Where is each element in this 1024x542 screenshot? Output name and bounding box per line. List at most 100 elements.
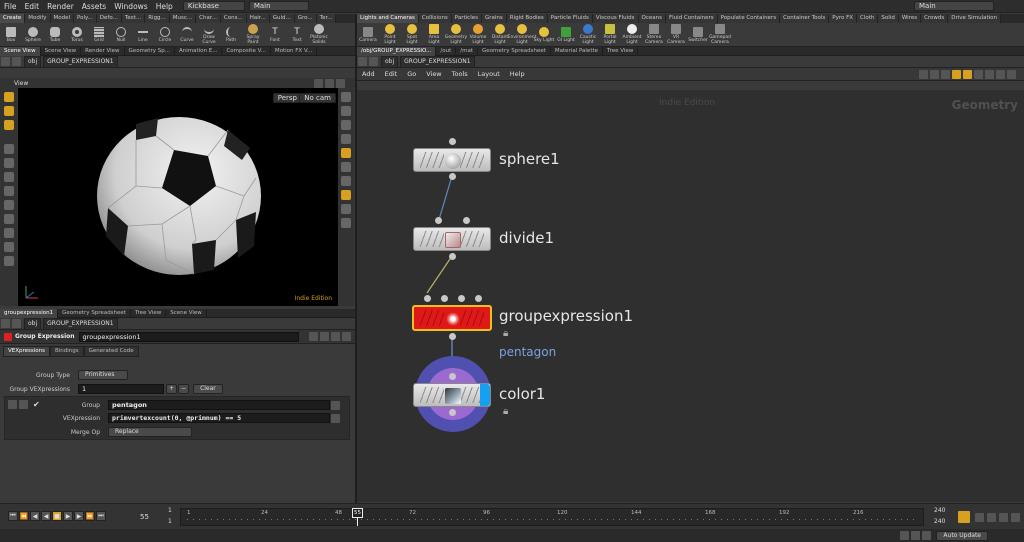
path-node[interactable]: GROUP_EXPRESSION1: [43, 317, 118, 330]
sphere1-output-connector[interactable]: [449, 173, 456, 180]
pane-tab-animation-editor[interactable]: Animation E...: [175, 46, 223, 56]
visibility-icon[interactable]: [341, 134, 351, 144]
network-tool-icon-3[interactable]: [941, 69, 950, 79]
tool-environment-light[interactable]: Environment Light: [508, 24, 536, 45]
viewport-option-icon[interactable]: [314, 78, 323, 88]
shelf-tab-particle-fluids[interactable]: Particle Fluids: [547, 14, 593, 23]
node-groupexpression1[interactable]: [412, 305, 492, 331]
path-root[interactable]: obj: [24, 55, 42, 68]
tool-ambient-light[interactable]: Ambient Light: [621, 24, 643, 45]
group-menu-icon[interactable]: [331, 400, 340, 410]
divide1-input-connector[interactable]: [435, 217, 442, 224]
shelf-tab-model[interactable]: Model: [50, 14, 75, 23]
shelf-tab-poly[interactable]: Poly...: [74, 14, 97, 23]
shelf-tab-rigid-bodies[interactable]: Rigid Bodies: [506, 14, 548, 23]
shelf-tab-deform[interactable]: Defo...: [96, 14, 122, 23]
tool-area-light[interactable]: Area Light: [423, 24, 445, 45]
shelf-tab-texture[interactable]: Text...: [121, 14, 146, 23]
groupexpression1-input-connector-3[interactable]: [458, 295, 465, 302]
merge-op-menu[interactable]: Replace: [108, 427, 192, 437]
wire-icon[interactable]: [341, 176, 351, 186]
status-icon[interactable]: [911, 531, 921, 540]
tool-geometry-light[interactable]: Geometry Light: [445, 24, 467, 45]
net-menu-layout[interactable]: Layout: [473, 70, 505, 78]
menu-help[interactable]: Help: [152, 0, 177, 13]
end-frame-field[interactable]: 240: [934, 507, 945, 514]
viewport-option-icon-3[interactable]: [336, 78, 345, 88]
scale-icon[interactable]: [4, 186, 14, 196]
tool-line[interactable]: Line: [132, 27, 154, 43]
network-tool-icon-4[interactable]: [952, 69, 961, 79]
shelf-tab-guide[interactable]: Guid...: [269, 14, 295, 23]
camera-dropdown[interactable]: No cam: [299, 93, 336, 103]
translate-icon[interactable]: [4, 158, 14, 168]
info-icon[interactable]: [331, 332, 340, 341]
play-icon[interactable]: ▶: [63, 511, 73, 521]
stop-icon[interactable]: ■: [52, 511, 62, 521]
shelf-tab-populate-containers[interactable]: Populate Containers: [717, 14, 781, 23]
net-menu-add[interactable]: Add: [357, 70, 380, 78]
move-tool-icon[interactable]: [4, 106, 14, 116]
scene-viewport[interactable]: Persp No cam Indie Edition: [18, 88, 338, 306]
tool-stereo-camera[interactable]: Stereo Camera: [643, 24, 665, 45]
pane-tab-motion-fx-view[interactable]: Motion FX V...: [271, 46, 318, 56]
rotate-tool-icon[interactable]: [4, 120, 14, 130]
group-type-menu[interactable]: Primitives: [78, 370, 128, 380]
back-icon[interactable]: [1, 319, 10, 328]
clear-button[interactable]: Clear: [193, 384, 224, 394]
shelf-tab-container-tools[interactable]: Container Tools: [780, 14, 830, 23]
sphere1-input-connector[interactable]: [449, 138, 456, 145]
snap-icon[interactable]: [341, 120, 351, 130]
tool-grid[interactable]: Grid: [88, 26, 110, 43]
group-field[interactable]: pentagon: [108, 400, 330, 410]
pane-tab-scene-view[interactable]: Scene View: [0, 46, 41, 56]
shelf-tab-groom[interactable]: Gro...: [294, 14, 317, 23]
pane-tab-tree-view-2[interactable]: Tree View: [603, 46, 639, 56]
light-icon[interactable]: [341, 148, 351, 158]
shelf-tab-cloth[interactable]: Cloth: [857, 14, 879, 23]
vexpression-field[interactable]: primvertexcount(0, @primnum) == 5: [108, 413, 330, 423]
net-menu-view[interactable]: View: [421, 70, 446, 78]
network-tool-icon-8[interactable]: [996, 69, 1005, 79]
tool-draw-curve[interactable]: Draw Curve: [198, 24, 220, 45]
groupexpression1-input-connector-2[interactable]: [441, 295, 448, 302]
next-key-icon[interactable]: ⏩: [85, 511, 95, 521]
tab-vexpressions[interactable]: VEXpressions: [3, 346, 50, 357]
pane-tab-render-view[interactable]: Render View: [81, 46, 125, 56]
shelf-tab-crowds[interactable]: Crowds: [921, 14, 949, 23]
timeline-ruler[interactable]: 1 24 48 72 96 120 144 168 192 216 55: [180, 508, 924, 526]
viewport-option-icon-2[interactable]: [325, 78, 334, 88]
net-menu-go[interactable]: Go: [402, 70, 421, 78]
rotate-icon[interactable]: [4, 172, 14, 182]
tool-spray-paint[interactable]: Spray Paint: [242, 24, 264, 45]
shelf-tab-constraints[interactable]: Cons...: [220, 14, 247, 23]
shelf-tab-hair[interactable]: Hair...: [246, 14, 270, 23]
right-context-dropdown[interactable]: Main: [914, 1, 994, 11]
select-tool-icon[interactable]: [4, 92, 14, 102]
vexpression-menu-icon[interactable]: [331, 413, 340, 423]
help-icon[interactable]: [320, 332, 329, 341]
network-tool-icon-5[interactable]: [963, 69, 972, 79]
menu-assets[interactable]: Assets: [78, 0, 110, 13]
divide1-input-connector-2[interactable]: [463, 217, 470, 224]
menu-windows[interactable]: Windows: [110, 0, 151, 13]
network-tool-icon-2[interactable]: [930, 69, 939, 79]
tool-caustic-light[interactable]: Caustic Light: [577, 24, 599, 45]
pane-tab-composite-view[interactable]: Composite V...: [222, 46, 271, 56]
tool-vr-camera[interactable]: VR Camera: [665, 24, 687, 45]
pin-icon[interactable]: [342, 332, 351, 341]
pane-tab-geo-spreadsheet[interactable]: Geometry Spreadsheet: [58, 308, 131, 318]
prev-key-icon[interactable]: ⏪: [19, 511, 29, 521]
add-multiparm-button[interactable]: +: [166, 384, 178, 394]
tool-point-light[interactable]: Point Light: [379, 24, 401, 45]
group-vexpressions-count[interactable]: 1: [78, 384, 164, 394]
tool-gamepad-camera[interactable]: Gamepad Camera: [709, 24, 731, 45]
pane-tab-scene-view-2[interactable]: Scene View: [41, 46, 82, 56]
net-menu-edit[interactable]: Edit: [380, 70, 403, 78]
shelf-tab-grains[interactable]: Grains: [481, 14, 507, 23]
view-icon[interactable]: [4, 242, 14, 252]
shelf-tab-solid[interactable]: Solid: [878, 14, 899, 23]
shelf-tab-create[interactable]: Create: [0, 14, 26, 23]
tool-volume-light[interactable]: Volume Light: [467, 24, 489, 45]
node-color1[interactable]: [413, 383, 491, 407]
